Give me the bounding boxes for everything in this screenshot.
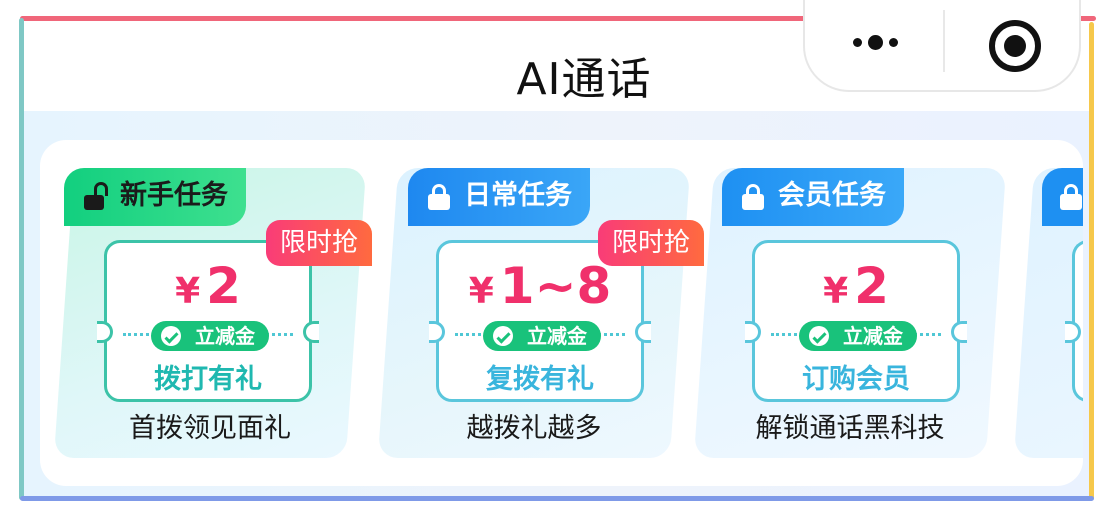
check-icon [161, 326, 181, 346]
task-card-member[interactable]: 会员任务 ¥2 立减金 订购会员 解锁通话黑科技 [693, 168, 1007, 458]
discount-pill-label: 立减金 [843, 324, 903, 348]
task-card-newbie[interactable]: 新手任务 ¥2 立减金 拨打有礼 限时抢 首拨领见面礼 [53, 168, 373, 458]
coupon-notch-right [951, 321, 967, 343]
task-tag [1042, 168, 1083, 226]
more-icon-center-dot [867, 34, 883, 50]
task-description: 首拨领见面礼 [129, 413, 291, 444]
check-icon [809, 326, 829, 346]
coupon-notch-right [303, 321, 319, 343]
more-button[interactable] [835, 20, 915, 64]
more-icon [852, 37, 862, 47]
task-tag-label: 日常任务 [464, 180, 572, 211]
close-icon[interactable] [989, 20, 1041, 72]
discount-pill-label: 立减金 [195, 324, 255, 348]
coupon-label: 复拨有礼 [486, 364, 594, 395]
task-card-next-partial[interactable] [1013, 168, 1083, 458]
discount-pill: 立减金 [151, 321, 269, 351]
coupon-label: 拨打有礼 [154, 364, 262, 395]
lock-icon [428, 184, 452, 210]
discount-pill: 立减金 [799, 321, 917, 351]
frame-bottom-edge [20, 496, 1094, 501]
task-panel: 新手任务 ¥2 立减金 拨打有礼 限时抢 首拨领见面礼 日常任务 ¥1~8 立减… [40, 140, 1083, 486]
task-tag-label: 新手任务 [120, 180, 228, 211]
capsule-divider [943, 10, 945, 72]
task-tag: 会员任务 [722, 168, 904, 226]
limited-time-badge: 限时抢 [266, 220, 373, 266]
coupon-notch-left [745, 321, 761, 343]
coupon-notch-left [429, 321, 445, 343]
coupon-amount: 1~8 [499, 257, 612, 315]
discount-pill: 立减金 [483, 321, 601, 351]
more-icon-right-dot [888, 37, 898, 47]
currency-symbol: ¥ [823, 271, 849, 312]
task-tag: 新手任务 [64, 168, 246, 226]
limited-time-badge: 限时抢 [598, 220, 705, 266]
task-tag: 日常任务 [408, 168, 590, 226]
coupon-price: ¥2 [755, 257, 957, 315]
currency-symbol: ¥ [468, 271, 494, 312]
coupon: ¥2 立减金 订购会员 [745, 240, 967, 402]
task-tag-label: 会员任务 [778, 180, 886, 211]
unlock-icon [84, 182, 108, 210]
coupon-notch-left [97, 321, 113, 343]
task-description: 越拨礼越多 [466, 413, 602, 444]
lock-icon [1060, 184, 1083, 210]
task-description: 解锁通话黑科技 [755, 413, 945, 444]
mini-program-capsule [803, 0, 1081, 92]
lock-icon [742, 184, 766, 210]
coupon-amount: 2 [206, 257, 241, 315]
coupon-amount: 2 [854, 257, 889, 315]
discount-pill-label: 立减金 [527, 324, 587, 348]
coupon-label: 订购会员 [802, 364, 910, 395]
task-card-daily[interactable]: 日常任务 ¥1~8 立减金 复拨有礼 限时抢 越拨礼越多 [377, 168, 705, 458]
coupon-notch-left [1065, 321, 1081, 343]
currency-symbol: ¥ [175, 271, 201, 312]
coupon-notch-right [635, 321, 651, 343]
check-icon [493, 326, 513, 346]
coupon [1065, 240, 1083, 402]
